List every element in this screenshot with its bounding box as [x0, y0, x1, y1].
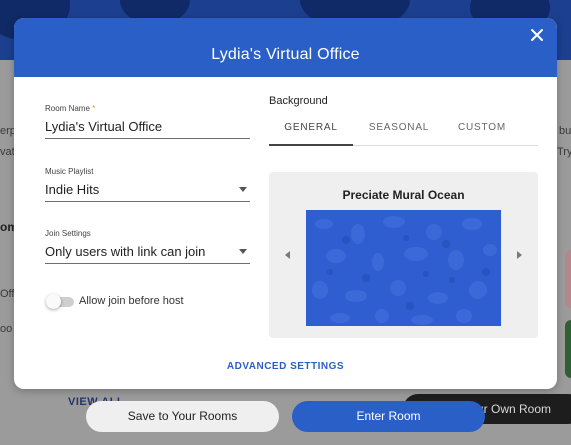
music-playlist-underline	[45, 201, 250, 202]
background-card	[565, 250, 571, 308]
preview-title: Preciate Mural Ocean	[342, 188, 465, 202]
tab-seasonal[interactable]: SEASONAL	[359, 122, 439, 133]
background-text: bu	[559, 125, 571, 137]
save-to-rooms-button[interactable]: Save to Your Rooms	[86, 401, 279, 432]
background-text: oo	[0, 323, 13, 335]
tab-custom[interactable]: CUSTOM	[444, 122, 520, 133]
room-name-label: Room Name *	[45, 104, 96, 113]
join-settings-select[interactable]: Only users with link can join	[45, 244, 205, 259]
toggle-knob	[46, 294, 61, 309]
required-mark: *	[92, 104, 96, 113]
chevron-down-icon[interactable]	[239, 187, 247, 192]
allow-join-toggle[interactable]	[46, 294, 74, 309]
modal-title: Lydia's Virtual Office	[211, 46, 360, 63]
chevron-down-icon[interactable]	[239, 249, 247, 254]
background-text: Try	[557, 146, 571, 158]
background-preview: Preciate Mural Ocean	[269, 172, 538, 338]
music-playlist-select[interactable]: Indie Hits	[45, 182, 99, 197]
enter-room-button[interactable]: Enter Room	[292, 401, 485, 432]
room-name-input[interactable]: Lydia's Virtual Office	[45, 119, 162, 134]
background-card	[565, 320, 571, 378]
allow-join-label: Allow join before host	[79, 295, 184, 307]
tab-general[interactable]: GENERAL	[269, 122, 353, 133]
background-section-title: Background	[269, 95, 328, 107]
advanced-settings-link[interactable]: ADVANCED SETTINGS	[14, 361, 557, 372]
music-playlist-label: Music Playlist	[45, 167, 94, 176]
room-name-underline	[45, 138, 250, 139]
mural-ocean-image[interactable]	[306, 210, 501, 326]
active-tab-indicator	[269, 144, 353, 146]
join-settings-label: Join Settings	[45, 229, 91, 238]
join-settings-underline	[45, 263, 250, 264]
background-text: vat	[0, 146, 15, 158]
chevron-left-icon[interactable]	[285, 251, 290, 259]
close-icon[interactable]	[529, 27, 545, 43]
chevron-right-icon[interactable]	[517, 251, 522, 259]
room-settings-modal: Lydia's Virtual Office Room Name * Lydia…	[14, 18, 557, 389]
